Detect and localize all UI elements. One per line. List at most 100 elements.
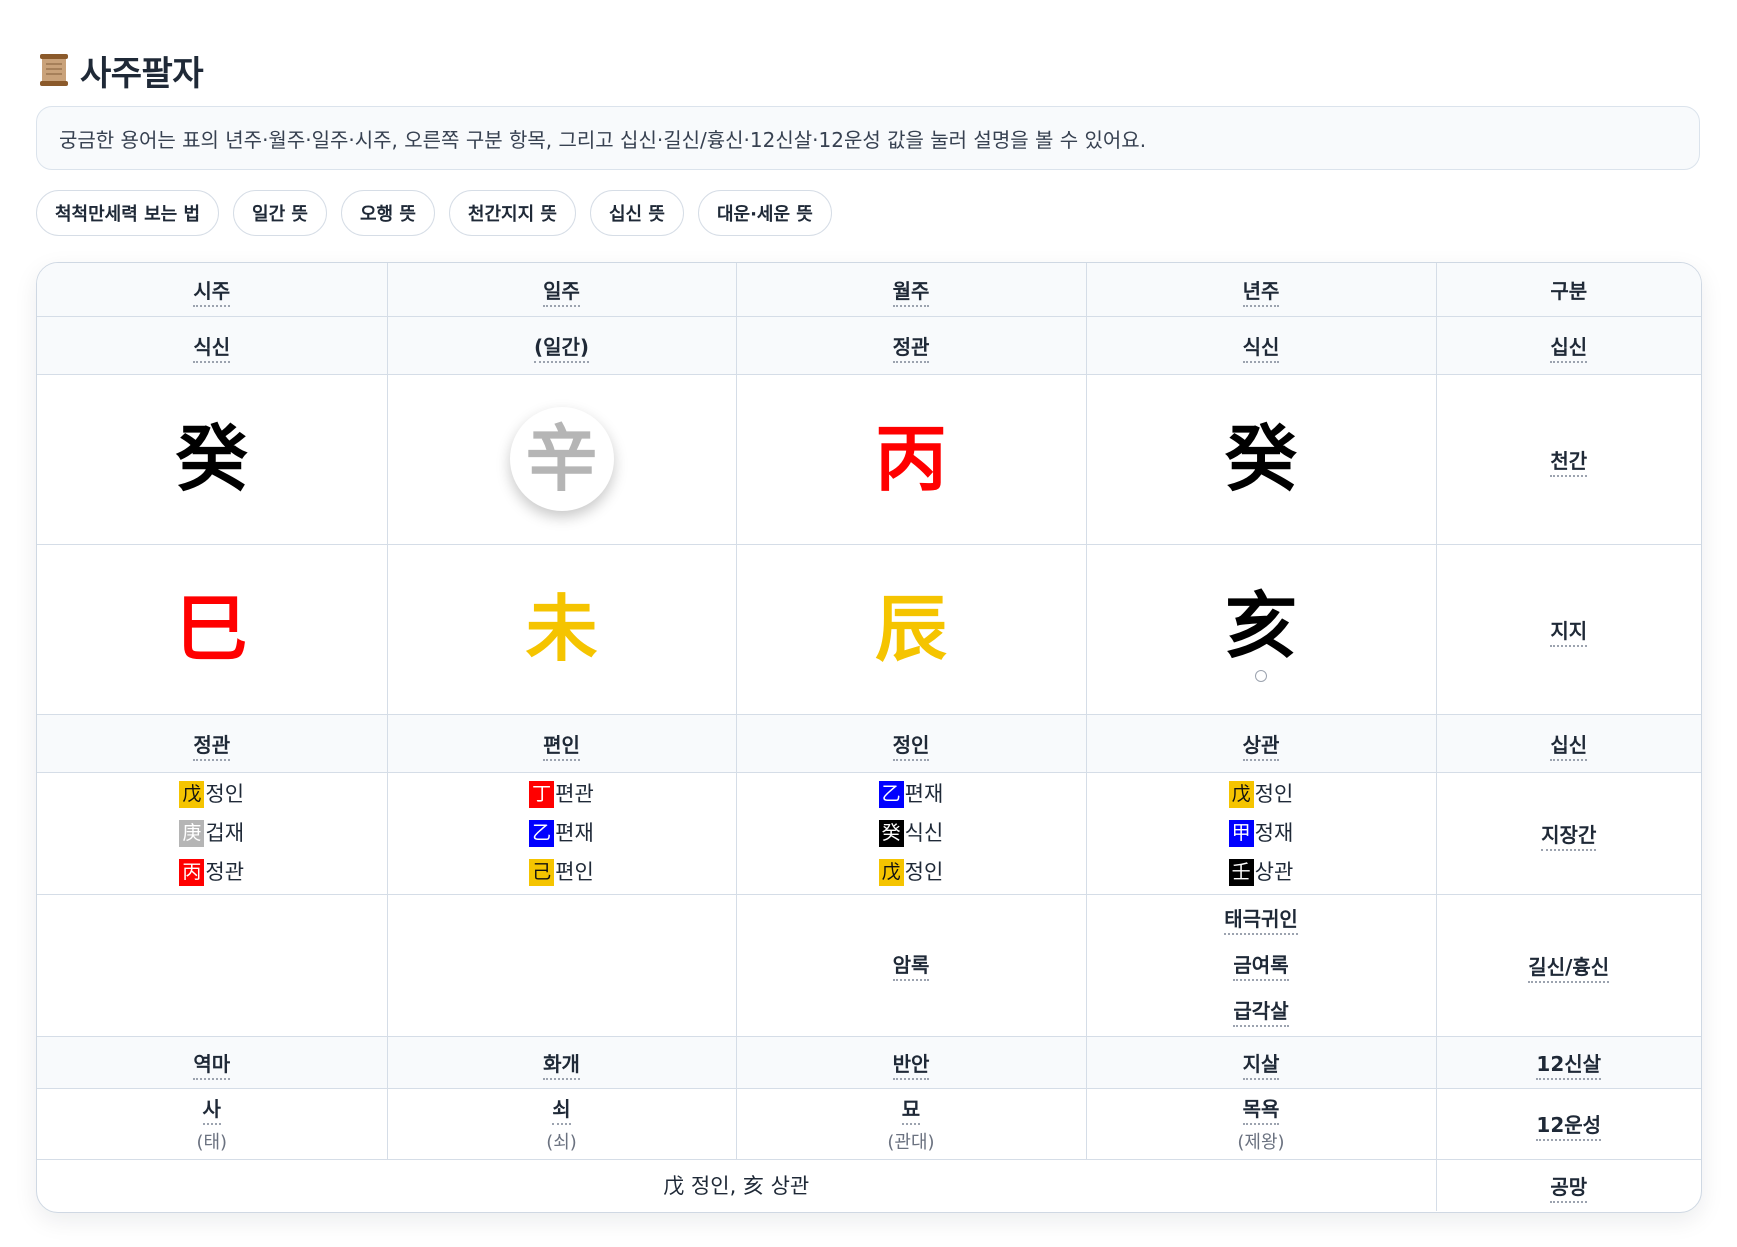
gongmang-value: 戊 정인, 亥 상관 bbox=[663, 1174, 810, 1199]
row-label-jiji[interactable]: 지지 bbox=[1550, 618, 1588, 647]
sinsal-item[interactable]: 역마 bbox=[193, 1051, 231, 1080]
ten-gods-bottom-row: 정관 편인 정인 상관 십신 bbox=[37, 713, 1701, 773]
hidden-stem-item[interactable]: 戊 정인 bbox=[1087, 775, 1436, 814]
saju-table: 시주 일주 월주 년주 구분 식신 (일간) 정관 식신 십신 癸 辛 丙 癸 … bbox=[36, 262, 1702, 1213]
sinsal-item[interactable]: 반안 bbox=[892, 1051, 930, 1080]
hidden-stem-char: 乙 bbox=[529, 820, 555, 847]
chip-cheongan-jiji[interactable]: 천간지지 뜻 bbox=[448, 190, 576, 236]
help-chips: 척척만세력 보는 법 일간 뜻 오행 뜻 천간지지 뜻 십신 뜻 대운·세운 뜻 bbox=[36, 190, 832, 236]
hidden-stem-god: 정인 bbox=[904, 859, 944, 884]
hidden-stem-char: 甲 bbox=[1228, 820, 1254, 847]
chip-sipsin[interactable]: 십신 뜻 bbox=[590, 190, 684, 236]
stem-char: 癸 bbox=[1224, 416, 1297, 501]
hidden-stem-char: 乙 bbox=[878, 781, 904, 808]
col-wolju[interactable]: 월주 bbox=[892, 278, 930, 307]
hidden-stem-item[interactable]: 壬 상관 bbox=[1087, 853, 1436, 892]
chip-daeun-seun[interactable]: 대운·세운 뜻 bbox=[697, 190, 832, 236]
hidden-stem-god: 상관 bbox=[1254, 859, 1294, 884]
hidden-stem-item[interactable]: 戊 정인 bbox=[737, 853, 1086, 892]
branch-char: 巳 bbox=[175, 586, 248, 671]
row-label-sipsin[interactable]: 십신 bbox=[1550, 334, 1588, 363]
ten-god-bottom[interactable]: 정인 bbox=[892, 732, 930, 761]
hidden-stem-char: 戊 bbox=[1228, 781, 1254, 808]
row-label-sipsin-2[interactable]: 십신 bbox=[1550, 732, 1588, 761]
hidden-stem-item[interactable]: 癸 식신 bbox=[737, 814, 1086, 853]
gilsin-item[interactable]: 암록 bbox=[892, 953, 930, 981]
hidden-stem-char: 戊 bbox=[878, 859, 904, 886]
hidden-stem-char: 壬 bbox=[1228, 859, 1254, 886]
info-box: 궁금한 용어는 표의 년주·월주·일주·시주, 오른쪽 구분 항목, 그리고 십… bbox=[36, 106, 1700, 170]
row-label-gilsin[interactable]: 길신/흉신 bbox=[1528, 954, 1610, 983]
row-label-sinsal[interactable]: 12신살 bbox=[1536, 1051, 1602, 1080]
gongmang-marker-icon bbox=[1255, 670, 1267, 682]
ten-god-top[interactable]: 식신 bbox=[1242, 334, 1280, 363]
hidden-stem-god: 정재 bbox=[1254, 820, 1294, 845]
ten-god-bottom[interactable]: 정관 bbox=[193, 732, 231, 761]
hidden-stem-god: 정인 bbox=[205, 781, 245, 806]
unseong-item[interactable]: 목욕 bbox=[1242, 1097, 1280, 1125]
sinsal-item[interactable]: 지살 bbox=[1242, 1051, 1280, 1080]
hidden-stem-god: 정관 bbox=[205, 859, 245, 884]
hidden-stem-god: 편재 bbox=[555, 820, 594, 845]
scroll-icon bbox=[40, 54, 68, 86]
chip-how-to-read[interactable]: 척척만세력 보는 법 bbox=[36, 190, 220, 236]
chip-ilgan[interactable]: 일간 뜻 bbox=[233, 190, 327, 236]
stem-char: 癸 bbox=[175, 416, 248, 501]
unseong-sub: (관대) bbox=[887, 1132, 935, 1153]
unseong-sub: (쇠) bbox=[546, 1132, 577, 1153]
ten-gods-top-row: 식신 (일간) 정관 식신 십신 bbox=[37, 315, 1701, 375]
unseong-item[interactable]: 묘 bbox=[901, 1097, 921, 1125]
col-nyeonju[interactable]: 년주 bbox=[1242, 278, 1280, 307]
hidden-stem-item[interactable]: 甲 정재 bbox=[1087, 814, 1436, 853]
page-title: 사주팔자 bbox=[80, 53, 204, 94]
row-label-unseong[interactable]: 12운성 bbox=[1536, 1113, 1602, 1141]
hidden-stem-god: 편인 bbox=[555, 859, 594, 884]
hidden-stem-god: 편관 bbox=[555, 781, 594, 806]
hidden-stem-char: 庚 bbox=[179, 820, 205, 847]
hidden-stem-item[interactable]: 丁 편관 bbox=[388, 775, 736, 814]
stem-char: 辛 bbox=[525, 416, 598, 501]
ten-god-top[interactable]: (일간) bbox=[533, 334, 590, 363]
row-label-jijanggan[interactable]: 지장간 bbox=[1541, 822, 1597, 851]
gilsin-item[interactable]: 급각살 bbox=[1233, 999, 1289, 1027]
gilsin-item[interactable]: 금여록 bbox=[1233, 953, 1289, 981]
branch-char: 未 bbox=[525, 586, 598, 671]
hidden-stem-god: 식신 bbox=[904, 820, 944, 845]
branch-char: 辰 bbox=[874, 586, 947, 671]
sinsal12-row: 역마 화개 반안 지살 12신살 bbox=[37, 1035, 1701, 1089]
gilsin-item[interactable]: 태극귀인 bbox=[1224, 907, 1298, 935]
hidden-stem-item[interactable]: 乙 편재 bbox=[388, 814, 736, 853]
row-label-gongmang[interactable]: 공망 bbox=[1550, 1174, 1588, 1203]
hidden-stem-char: 丙 bbox=[179, 859, 205, 886]
header-row: 시주 일주 월주 년주 구분 bbox=[37, 263, 1701, 317]
hidden-stem-item[interactable]: 庚 겁재 bbox=[37, 814, 387, 853]
heavenly-stem-row: 癸 辛 丙 癸 천간 bbox=[37, 373, 1701, 545]
ten-god-top[interactable]: 정관 bbox=[892, 334, 930, 363]
gilsin-cell-empty bbox=[37, 893, 388, 1037]
hidden-stem-char: 癸 bbox=[878, 820, 904, 847]
unseong-item[interactable]: 사 bbox=[202, 1097, 221, 1125]
unseong-item[interactable]: 쇠 bbox=[552, 1097, 571, 1125]
sinsal-item[interactable]: 화개 bbox=[543, 1051, 580, 1080]
hidden-stem-item[interactable]: 己 편인 bbox=[388, 853, 736, 892]
hidden-stem-god: 정인 bbox=[1254, 781, 1294, 806]
unseong12-row: 사 (태) 쇠 (쇠) 묘 (관대) 목욕 (제왕) 12운성 bbox=[37, 1087, 1701, 1160]
col-siju[interactable]: 시주 bbox=[193, 278, 231, 307]
hidden-stems-row: 戊 정인 庚 겁재 丙 정관 丁 편관 乙 편재 己 편인 乙 편재 癸 식신 戊 정인 戊 정인 … bbox=[37, 771, 1701, 895]
stem-char: 丙 bbox=[874, 416, 947, 501]
chip-ohaeng[interactable]: 오행 뜻 bbox=[340, 190, 435, 236]
title-row: 사주팔자 bbox=[36, 48, 204, 94]
unseong-sub: (태) bbox=[196, 1132, 228, 1153]
ten-god-bottom[interactable]: 편인 bbox=[543, 732, 580, 761]
hidden-stem-item[interactable]: 戊 정인 bbox=[37, 775, 387, 814]
ten-god-top[interactable]: 식신 bbox=[193, 334, 231, 363]
col-ilju[interactable]: 일주 bbox=[543, 278, 580, 307]
row-label-cheongan[interactable]: 천간 bbox=[1550, 448, 1588, 477]
earthly-branch-row: 巳 未 辰 亥 지지 bbox=[37, 543, 1701, 715]
gongmang-row: 戊 정인, 亥 상관 공망 bbox=[37, 1158, 1701, 1211]
hidden-stem-item[interactable]: 丙 정관 bbox=[37, 853, 387, 892]
day-master-badge[interactable]: 辛 bbox=[509, 407, 614, 511]
hidden-stem-char: 戊 bbox=[179, 781, 205, 808]
ten-god-bottom[interactable]: 상관 bbox=[1242, 732, 1280, 761]
hidden-stem-item[interactable]: 乙 편재 bbox=[737, 775, 1086, 814]
